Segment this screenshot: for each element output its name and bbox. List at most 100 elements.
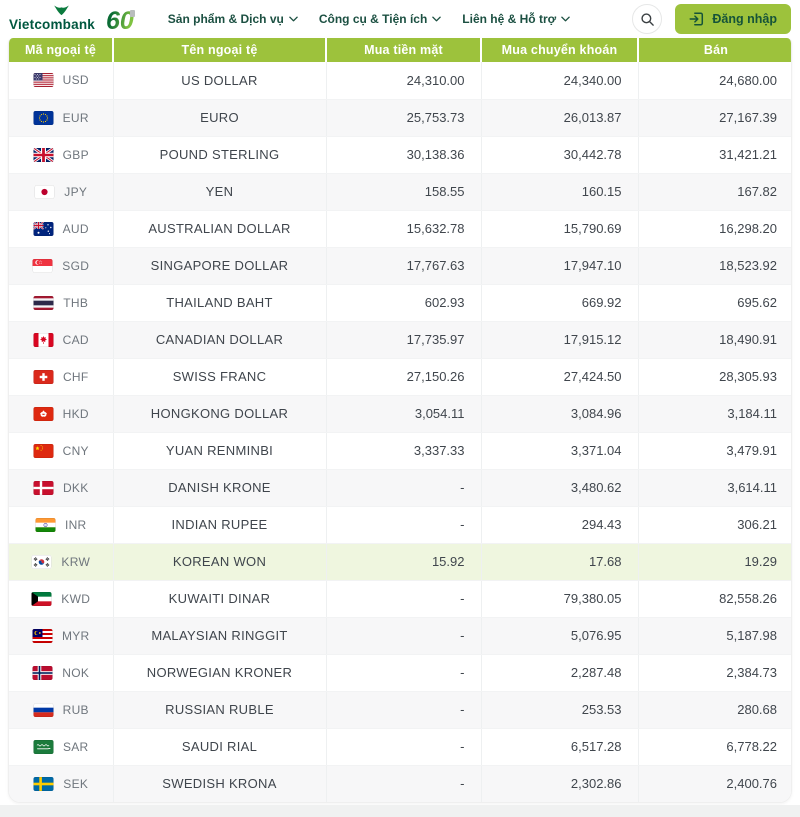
sell-value: 19.29 <box>638 543 791 581</box>
login-icon <box>689 12 704 26</box>
currency-name: CANADIAN DOLLAR <box>113 321 327 359</box>
table-row[interactable]: CHF SWISS FRANC 27,150.26 27,424.50 28,3… <box>9 358 791 396</box>
sell-value: 18,490.91 <box>638 321 791 359</box>
top-actions: Đăng nhập <box>632 4 791 34</box>
nav-item-products[interactable]: Sản phẩm & Dịch vụ <box>168 12 298 26</box>
currency-name: SAUDI RIAL <box>113 728 327 766</box>
inr-flag-icon <box>35 517 56 532</box>
sell-value: 18,523.92 <box>638 247 791 285</box>
column-header-currency-code: Mã ngoại tệ <box>9 38 114 62</box>
rub-flag-icon <box>33 702 54 717</box>
currency-code: KRW <box>61 554 91 569</box>
table-row[interactable]: MYR MALAYSIAN RINGGIT - 5,076.95 5,187.9… <box>9 617 791 655</box>
table-row[interactable]: SEK SWEDISH KRONA - 2,302.86 2,400.76 <box>9 765 791 802</box>
chevron-down-icon <box>432 16 442 22</box>
table-row[interactable]: USD US DOLLAR 24,310.00 24,340.00 24,680… <box>9 62 791 100</box>
buy-transfer-value: 669.92 <box>481 284 639 322</box>
buy-transfer-value: 17.68 <box>481 543 639 581</box>
table-row[interactable]: RUB RUSSIAN RUBLE - 253.53 280.68 <box>9 691 791 729</box>
thb-flag-icon <box>33 295 54 310</box>
table-row[interactable]: DKK DANISH KRONE - 3,480.62 3,614.11 <box>9 469 791 507</box>
buy-transfer-value: 5,076.95 <box>481 617 639 655</box>
currency-name: YUAN RENMINBI <box>113 432 327 470</box>
currency-code: JPY <box>64 184 88 199</box>
table-row[interactable]: KRW KOREAN WON 15.92 17.68 19.29 <box>9 543 791 581</box>
buy-transfer-value: 3,480.62 <box>481 469 639 507</box>
nav-item-support[interactable]: Liên hệ & Hỗ trợ <box>462 12 570 26</box>
buy-cash-value: - <box>326 469 482 507</box>
nav-item-label: Công cụ & Tiện ích <box>318 12 428 26</box>
currency-code: DKK <box>62 480 89 495</box>
buy-transfer-value: 2,287.48 <box>481 654 639 692</box>
table-row[interactable]: CAD CANADIAN DOLLAR 17,735.97 17,915.12 … <box>9 321 791 359</box>
sell-value: 280.68 <box>638 691 791 729</box>
buy-cash-value: - <box>326 691 482 729</box>
currency-code: SGD <box>62 258 90 273</box>
buy-transfer-value: 253.53 <box>481 691 639 729</box>
buy-transfer-value: 160.15 <box>481 173 639 211</box>
table-row[interactable]: CNY YUAN RENMINBI 3,337.33 3,371.04 3,47… <box>9 432 791 470</box>
table-row[interactable]: SGD SINGAPORE DOLLAR 17,767.63 17,947.10… <box>9 247 791 285</box>
column-header-buy-transfer: Mua chuyển khoán <box>481 38 639 62</box>
currency-name: THAILAND BAHT <box>113 284 327 322</box>
buy-transfer-value: 6,517.28 <box>481 728 639 766</box>
currency-name: DANISH KRONE <box>113 469 327 507</box>
buy-cash-value: 15,632.78 <box>326 210 482 248</box>
currency-code: KWD <box>61 591 91 606</box>
sell-value: 306.21 <box>638 506 791 544</box>
table-row[interactable]: KWD KUWAITI DINAR - 79,380.05 82,558.26 <box>9 580 791 618</box>
buy-cash-value: 24,310.00 <box>326 62 482 100</box>
buy-transfer-value: 3,084.96 <box>481 395 639 433</box>
login-button-label: Đăng nhập <box>712 12 777 26</box>
buy-cash-value: 3,054.11 <box>326 395 482 433</box>
currency-code: SAR <box>62 739 89 754</box>
currency-name: SWISS FRANC <box>113 358 327 396</box>
currency-code: INR <box>64 517 87 532</box>
table-row[interactable]: JPY YEN 158.55 160.15 167.82 <box>9 173 791 211</box>
buy-transfer-value: 24,340.00 <box>481 62 639 100</box>
buy-transfer-value: 27,424.50 <box>481 358 639 396</box>
currency-code: NOK <box>62 665 90 680</box>
table-row[interactable]: AUD AUSTRALIAN DOLLAR 15,632.78 15,790.6… <box>9 210 791 248</box>
column-header-currency-name: Tên ngoại tệ <box>113 38 327 62</box>
table-row[interactable]: THB THAILAND BAHT 602.93 669.92 695.62 <box>9 284 791 322</box>
search-button[interactable] <box>632 4 663 34</box>
currency-name: HONGKONG DOLLAR <box>113 395 327 433</box>
buy-cash-value: 602.93 <box>326 284 482 322</box>
buy-transfer-value: 294.43 <box>481 506 639 544</box>
table-row[interactable]: GBP POUND STERLING 30,138.36 30,442.78 3… <box>9 136 791 174</box>
nav-item-label: Sản phẩm & Dịch vụ <box>167 12 284 26</box>
currency-code: CHF <box>62 369 89 384</box>
table-row[interactable]: EUR EURO 25,753.73 26,013.87 27,167.39 <box>9 99 791 137</box>
currency-code: MYR <box>61 628 90 643</box>
jpy-flag-icon <box>34 184 55 199</box>
table-row[interactable]: HKD HONGKONG DOLLAR 3,054.11 3,084.96 3,… <box>9 395 791 433</box>
search-icon <box>641 12 654 26</box>
brand-wordmark: Vietcombank <box>9 16 95 32</box>
buy-transfer-value: 2,302.86 <box>481 765 639 802</box>
sek-flag-icon <box>33 776 54 791</box>
gbp-flag-icon <box>33 147 54 162</box>
table-row[interactable]: SAR SAUDI RIAL - 6,517.28 6,778.22 <box>9 728 791 766</box>
brand-logo[interactable]: Vietcombank 60 <box>9 4 135 34</box>
buy-cash-value: 15.92 <box>326 543 482 581</box>
login-button[interactable]: Đăng nhập <box>675 4 791 34</box>
table-row[interactable]: INR INDIAN RUPEE - 294.43 306.21 <box>9 506 791 544</box>
rates-table-body: USD US DOLLAR 24,310.00 24,340.00 24,680… <box>9 62 791 802</box>
buy-transfer-value: 30,442.78 <box>481 136 639 174</box>
table-row[interactable]: NOK NORWEGIAN KRONER - 2,287.48 2,384.73 <box>9 654 791 692</box>
currency-code: CNY <box>62 443 89 458</box>
currency-name: EURO <box>113 99 327 137</box>
buy-cash-value: - <box>326 580 482 618</box>
exchange-rate-table: Mã ngoại tệ Tên ngoại tệ Mua tiền mặt Mu… <box>8 38 792 803</box>
currency-name: RUSSIAN RUBLE <box>113 691 327 729</box>
currency-name: KOREAN WON <box>113 543 327 581</box>
buy-cash-value: 3,337.33 <box>326 432 482 470</box>
sell-value: 24,680.00 <box>638 62 791 100</box>
buy-transfer-value: 3,371.04 <box>481 432 639 470</box>
buy-transfer-value: 17,915.12 <box>481 321 639 359</box>
buy-cash-value: 25,753.73 <box>326 99 482 137</box>
currency-name: MALAYSIAN RINGGIT <box>113 617 327 655</box>
sell-value: 31,421.21 <box>638 136 791 174</box>
nav-item-tools[interactable]: Công cụ & Tiện ích <box>318 12 442 26</box>
